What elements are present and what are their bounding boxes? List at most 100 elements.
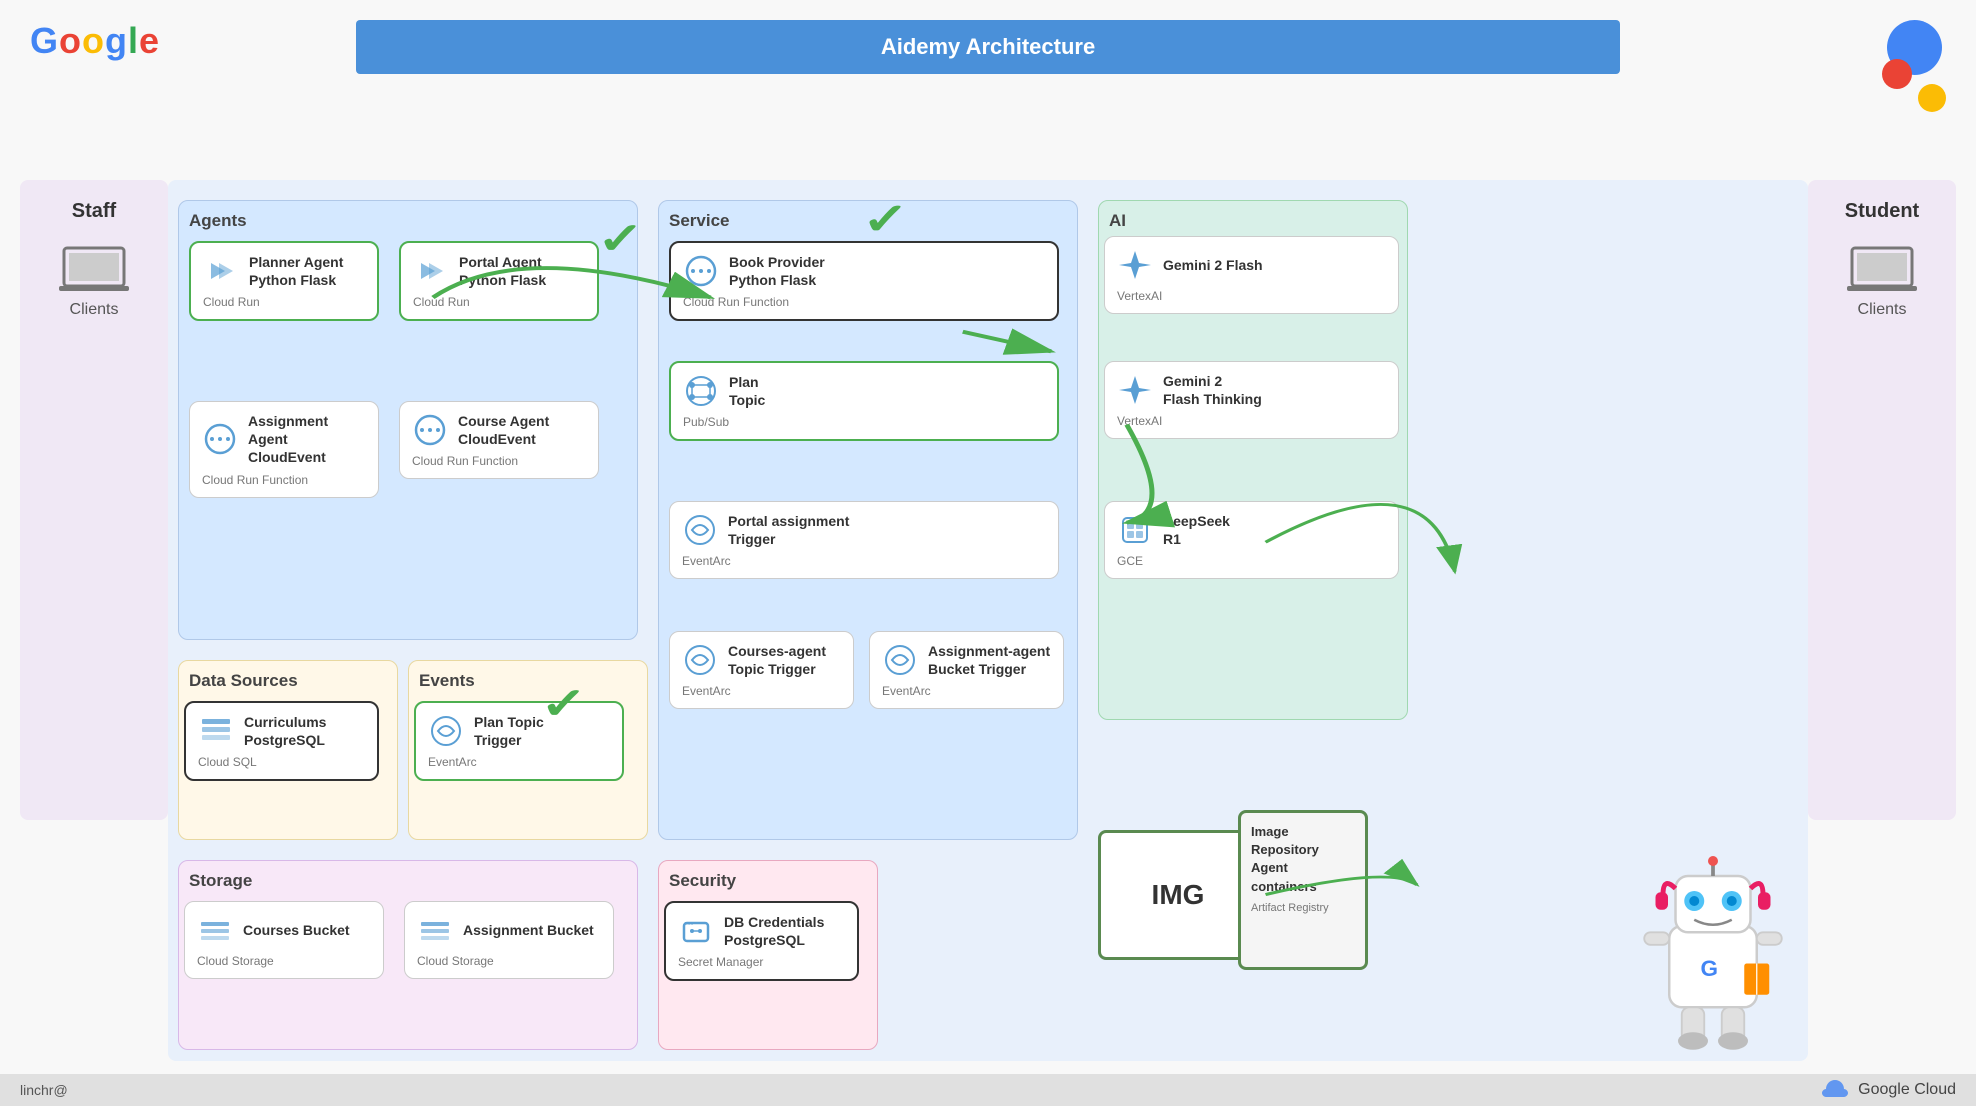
google-cloud-icon xyxy=(1820,1075,1850,1105)
img-box: IMG xyxy=(1098,830,1258,960)
courses-bucket-icon xyxy=(197,912,233,948)
ai-badge xyxy=(1882,20,1946,112)
ai-circle-red xyxy=(1882,59,1912,89)
header-title: Aidemy Architecture xyxy=(356,20,1620,74)
ai-title: AI xyxy=(1109,211,1397,231)
gemini-thinking-sub: VertexAI xyxy=(1117,414,1386,428)
events-title: Events xyxy=(419,671,637,691)
plan-topic-card: PlanTopic Pub/Sub xyxy=(669,361,1059,441)
data-sources-section: Data Sources CurriculumsPostgreSQL Cloud… xyxy=(178,660,398,840)
course-agent-sub: Cloud Run Function xyxy=(412,454,586,468)
courses-agent-trigger-sub: EventArc xyxy=(682,684,841,698)
assignment-bucket-name: Assignment Bucket xyxy=(463,921,594,939)
deepseek-sub: GCE xyxy=(1117,554,1386,568)
planner-agent-icon xyxy=(203,253,239,289)
courses-agent-trigger-icon xyxy=(682,642,718,678)
svg-text:***: *** xyxy=(684,921,693,930)
assignment-bucket-icon xyxy=(417,912,453,948)
assignment-agent-name: Assignment AgentCloudEvent xyxy=(248,412,366,467)
gemini-thinking-icon xyxy=(1117,372,1153,408)
artifacts-section: IMG Image RepositoryAgent containers Art… xyxy=(1098,810,1408,1030)
assignment-bucket-trigger-icon xyxy=(882,642,918,678)
portal-agent-icon xyxy=(413,253,449,289)
arch-area: Agents Planner AgentPython Flask Cloud R… xyxy=(168,180,1808,1061)
book-provider-card: Book ProviderPython Flask Cloud Run Func… xyxy=(669,241,1059,321)
artifacts-label-box: Image RepositoryAgent containers Artifac… xyxy=(1238,810,1368,970)
book-provider-icon xyxy=(683,253,719,289)
db-credentials-name: DB CredentialsPostgreSQL xyxy=(724,913,824,949)
events-section: Events Plan TopicTrigger EventArc xyxy=(408,660,648,840)
google-cloud-logo: Google Cloud xyxy=(1820,1075,1956,1105)
logo-o2: o xyxy=(82,20,104,62)
google-logo: Google xyxy=(30,20,159,62)
student-laptop-icon xyxy=(1847,243,1917,293)
logo-g2: g xyxy=(105,20,127,62)
agents-section: Agents Planner AgentPython Flask Cloud R… xyxy=(178,200,638,640)
gemini-flash-icon xyxy=(1117,247,1153,283)
course-agent-name: Course AgentCloudEvent xyxy=(458,412,549,448)
ai-section: AI Gemini 2 Flash VertexAI Gemini 2Flash xyxy=(1098,200,1408,720)
assignment-bucket-sub: Cloud Storage xyxy=(417,954,601,968)
ai-circle-yellow xyxy=(1918,84,1946,112)
artifacts-title: Image RepositoryAgent containers xyxy=(1251,823,1355,896)
gemini-flash-sub: VertexAI xyxy=(1117,289,1386,303)
db-credentials-icon: *** xyxy=(678,913,714,949)
curriculums-icon xyxy=(198,713,234,749)
student-panel: Student Clients xyxy=(1808,180,1956,820)
portal-agent-card: Portal AgentPython Flask Cloud Run xyxy=(399,241,599,321)
staff-clients-label: Clients xyxy=(70,301,119,319)
student-label: Student xyxy=(1845,200,1919,223)
book-provider-sub: Cloud Run Function xyxy=(683,295,1045,309)
courses-agent-trigger-card: Courses-agentTopic Trigger EventArc xyxy=(669,631,854,709)
plan-topic-trigger-card: Plan TopicTrigger EventArc xyxy=(414,701,624,781)
assignment-bucket-trigger-card: Assignment-agentBucket Trigger EventArc xyxy=(869,631,1064,709)
portal-assignment-trigger-card: Portal assignmentTrigger EventArc xyxy=(669,501,1059,579)
assignment-bucket-trigger-sub: EventArc xyxy=(882,684,1051,698)
artifacts-sub: Artifact Registry xyxy=(1251,902,1355,914)
student-client-box: Clients xyxy=(1847,243,1917,319)
plan-topic-trigger-name: Plan TopicTrigger xyxy=(474,713,544,749)
curriculums-sub: Cloud SQL xyxy=(198,755,365,769)
staff-label: Staff xyxy=(72,200,116,223)
assignment-agent-card: Assignment AgentCloudEvent Cloud Run Fun… xyxy=(189,401,379,498)
staff-laptop-icon xyxy=(59,243,129,293)
course-agent-icon xyxy=(412,412,448,448)
deepseek-name: DeepSeekR1 xyxy=(1163,512,1230,548)
assignment-bucket-trigger-name: Assignment-agentBucket Trigger xyxy=(928,642,1050,678)
staff-panel: Staff Clients xyxy=(20,180,168,820)
storage-title: Storage xyxy=(189,871,627,891)
portal-trigger-icon xyxy=(682,512,718,548)
courses-bucket-card: Courses Bucket Cloud Storage xyxy=(184,901,384,979)
curriculums-card: CurriculumsPostgreSQL Cloud SQL xyxy=(184,701,379,781)
deepseek-icon xyxy=(1117,512,1153,548)
portal-assignment-trigger-sub: EventArc xyxy=(682,554,1046,568)
portal-assignment-trigger-name: Portal assignmentTrigger xyxy=(728,512,849,548)
gemini-flash-card: Gemini 2 Flash VertexAI xyxy=(1104,236,1399,314)
curriculums-name: CurriculumsPostgreSQL xyxy=(244,713,326,749)
google-cloud-label: Google Cloud xyxy=(1858,1081,1956,1099)
storage-section: Storage Courses Bucket Cloud Storage xyxy=(178,860,638,1050)
logo-o1: o xyxy=(59,20,81,62)
assignment-agent-sub: Cloud Run Function xyxy=(202,473,366,487)
courses-agent-trigger-name: Courses-agentTopic Trigger xyxy=(728,642,826,678)
gemini-thinking-card: Gemini 2Flash Thinking VertexAI xyxy=(1104,361,1399,439)
portal-agent-sub: Cloud Run xyxy=(413,295,585,309)
deepseek-card: DeepSeekR1 GCE xyxy=(1104,501,1399,579)
courses-bucket-sub: Cloud Storage xyxy=(197,954,371,968)
planner-agent-sub: Cloud Run xyxy=(203,295,365,309)
gemini-flash-name: Gemini 2 Flash xyxy=(1163,256,1263,274)
robot-character: G xyxy=(1628,851,1798,1051)
data-sources-title: Data Sources xyxy=(189,671,387,691)
planner-agent-name: Planner AgentPython Flask xyxy=(249,253,343,289)
logo-e: e xyxy=(139,20,159,62)
agents-title: Agents xyxy=(189,211,627,231)
plan-topic-sub: Pub/Sub xyxy=(683,415,1045,429)
staff-client-box: Clients xyxy=(59,243,129,319)
logo-l: l xyxy=(128,20,138,62)
plan-topic-trigger-sub: EventArc xyxy=(428,755,610,769)
service-title: Service xyxy=(669,211,1067,231)
courses-bucket-name: Courses Bucket xyxy=(243,921,350,939)
db-credentials-sub: Secret Manager xyxy=(678,955,845,969)
course-agent-card: Course AgentCloudEvent Cloud Run Functio… xyxy=(399,401,599,479)
planner-agent-card: Planner AgentPython Flask Cloud Run xyxy=(189,241,379,321)
